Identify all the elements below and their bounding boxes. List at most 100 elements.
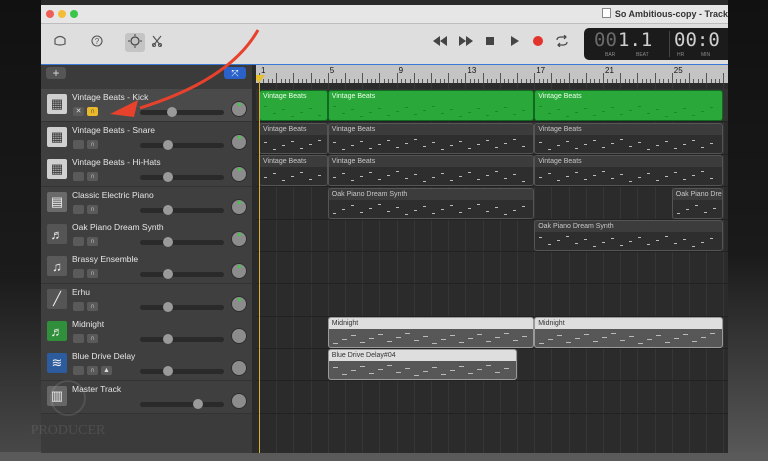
mute-button[interactable] [73,172,84,181]
volume-slider-knob[interactable] [162,302,173,312]
track-header[interactable]: ▦ Vintage Beats - Snare ∩ [41,122,252,155]
track-header[interactable]: ♫ Brassy Ensemble ∩ [41,251,252,284]
solo-headphones-icon[interactable]: ∩ [87,237,98,246]
volume-slider[interactable] [140,172,224,182]
track-name[interactable]: Erhu [72,287,90,297]
erhu-icon[interactable]: ╱ [47,289,67,309]
mute-button[interactable] [73,334,84,343]
track-lane[interactable] [256,381,728,414]
volume-slider-knob[interactable] [193,399,204,409]
track-header[interactable]: ▦ Vintage Beats - Hi-Hats ∩ [41,154,252,187]
track-header[interactable]: ♬ Midnight ∩ [41,316,252,349]
mute-button[interactable]: ✕ [73,107,84,116]
region[interactable]: Vintage Beats [534,90,724,121]
stop-icon[interactable] [485,35,495,50]
solo-headphones-icon[interactable]: ∩ [87,205,98,214]
track-name[interactable]: Midnight [72,319,104,329]
track-name[interactable]: Vintage Beats - Snare [72,125,155,135]
volume-slider-knob[interactable] [162,366,173,376]
track-header[interactable]: ▦ Vintage Beats - Kick ✕ ∩ [41,89,252,122]
region[interactable]: Vintage Beats [534,155,724,186]
pan-knob[interactable] [231,360,247,376]
solo-headphones-icon[interactable]: ∩ [87,172,98,181]
pan-knob[interactable] [231,393,247,409]
solo-headphones-icon[interactable]: ∩ [87,107,98,116]
mute-button[interactable] [73,237,84,246]
region[interactable]: Blue Drive Delay#04 [327,349,517,380]
region[interactable]: Vintage Beats [259,155,328,186]
pan-knob[interactable] [231,231,247,247]
region[interactable]: Midnight [534,317,724,348]
pan-knob[interactable] [231,296,247,312]
smart-controls-icon[interactable] [125,33,145,52]
music-note-icon[interactable]: ♬ [47,321,67,341]
play-icon[interactable] [510,35,520,50]
volume-slider[interactable] [140,107,224,117]
pan-knob[interactable] [231,134,247,150]
mute-button[interactable] [73,302,84,311]
waveform-icon[interactable]: ≋ [47,353,67,373]
region[interactable]: Vintage Beats [259,90,328,121]
track-header[interactable]: ≋ Blue Drive Delay ∩ ▲ [41,348,252,381]
pan-knob[interactable] [231,328,247,344]
volume-slider[interactable] [140,399,224,409]
minimize-window-button[interactable] [58,10,66,18]
volume-slider-knob[interactable] [162,334,173,344]
zoom-window-button[interactable] [70,10,78,18]
track-header[interactable]: ♬ Oak Piano Dream Synth ∩ [41,219,252,252]
volume-slider-knob[interactable] [162,172,173,182]
cycle-icon[interactable] [555,34,569,50]
mute-button[interactable] [73,269,84,278]
volume-slider-knob[interactable] [162,269,173,279]
region[interactable]: Vintage Beats [327,123,535,154]
region[interactable]: Vintage Beats [327,155,535,186]
fast-forward-icon[interactable] [458,35,474,50]
track-name[interactable]: Classic Electric Piano [72,190,154,200]
drum-machine-icon[interactable]: ▦ [47,159,67,179]
track-lane[interactable] [256,284,728,317]
track-name[interactable]: Blue Drive Delay [72,351,135,361]
lcd-display[interactable]: 00 1.1 BAR BEAT 00:0 HR MIN [584,28,728,60]
mute-button[interactable] [73,205,84,214]
arrange-area[interactable]: 1 5 9 13 17 21 25 Vintage Beats Vintage Beats Vi… [256,65,728,453]
solo-headphones-icon[interactable]: ∩ [87,302,98,311]
mute-button[interactable] [73,140,84,149]
add-track-button[interactable]: + [46,67,66,79]
catch-playhead-button[interactable]: ⤧ [224,67,246,79]
drum-machine-icon[interactable]: ▦ [47,127,67,147]
brass-icon[interactable]: ♫ [47,256,67,276]
volume-slider[interactable] [140,269,224,279]
pan-knob[interactable] [231,263,247,279]
editors-icon[interactable] [151,35,163,50]
solo-headphones-icon[interactable]: ∩ [87,140,98,149]
track-name[interactable]: Vintage Beats - Hi-Hats [72,157,161,167]
volume-slider-knob[interactable] [162,237,173,247]
region[interactable]: Vintage Beats [327,90,535,121]
volume-slider-knob[interactable] [162,140,173,150]
solo-headphones-icon[interactable]: ∩ [87,366,98,375]
region[interactable]: Vintage Beats [534,123,724,154]
track-name[interactable]: Vintage Beats - Kick [72,92,148,102]
region[interactable]: Oak Piano Dream Synth [671,188,724,219]
volume-slider[interactable] [140,205,224,215]
record-icon[interactable] [532,35,544,50]
pan-knob[interactable] [231,101,247,117]
volume-slider-knob[interactable] [166,107,177,117]
close-window-button[interactable] [46,10,54,18]
playhead-marker[interactable] [256,75,265,83]
solo-headphones-icon[interactable]: ∩ [87,334,98,343]
solo-headphones-icon[interactable]: ∩ [87,269,98,278]
track-header[interactable]: ▤ Classic Electric Piano ∩ [41,187,252,220]
electric-piano-icon[interactable]: ▤ [47,192,67,212]
pan-knob[interactable] [231,166,247,182]
region[interactable]: Oak Piano Dream Synth [534,220,724,251]
volume-slider[interactable] [140,366,224,376]
grand-piano-icon[interactable]: ♬ [47,224,67,244]
region[interactable]: Midnight [327,317,535,348]
input-monitor-button[interactable]: ▲ [101,366,112,375]
library-icon[interactable] [53,35,67,50]
track-header[interactable]: ╱ Erhu ∩ [41,284,252,317]
track-name[interactable]: Oak Piano Dream Synth [72,222,164,232]
region[interactable]: Vintage Beats [259,123,328,154]
help-icon[interactable]: ? [91,35,103,50]
